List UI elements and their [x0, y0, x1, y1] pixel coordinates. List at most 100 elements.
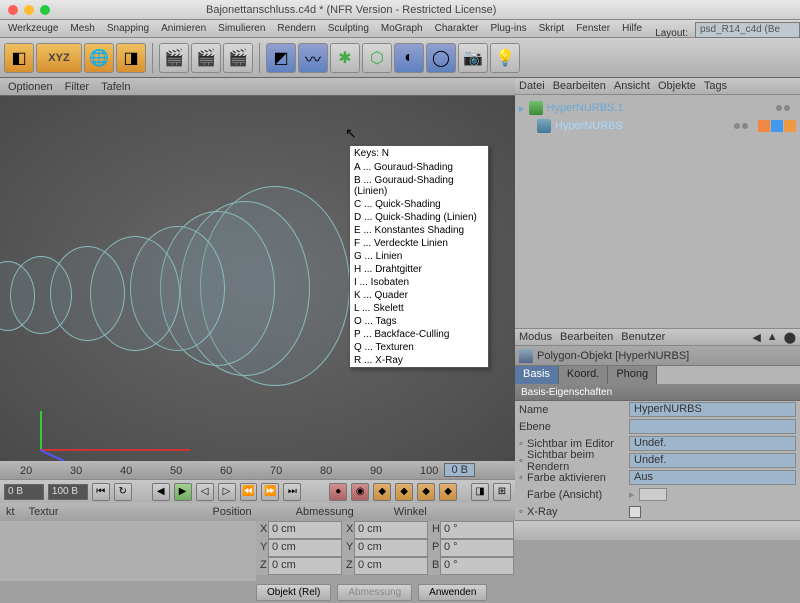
deformer-icon[interactable]: ◐ — [394, 43, 424, 73]
attr-lock-icon[interactable]: ⬤ — [784, 331, 796, 344]
name-field[interactable]: HyperNURBS — [629, 402, 796, 417]
menu-plugins[interactable]: Plug-ins — [491, 23, 527, 34]
nurbs-icon[interactable]: ✱ — [330, 43, 360, 73]
goto-key-back-icon[interactable]: ⏪ — [240, 483, 258, 501]
misc1-icon[interactable]: ◨ — [471, 483, 489, 501]
popup-item-b[interactable]: B ... Gouraud-Shading (Linien) — [350, 174, 488, 198]
popup-item-d[interactable]: D ... Quick-Shading (Linien) — [350, 211, 488, 224]
pos-y-field[interactable]: 0 cm — [268, 539, 342, 557]
popup-item-q[interactable]: Q ... Texturen — [350, 341, 488, 354]
popup-item-h[interactable]: H ... Drahtgitter — [350, 263, 488, 276]
layer-field[interactable] — [629, 419, 796, 434]
menu-simulieren[interactable]: Simulieren — [218, 23, 265, 34]
globe-icon[interactable]: 🌐 — [84, 43, 114, 73]
cube-icon[interactable]: ◩ — [266, 43, 296, 73]
play-back-icon[interactable]: ◀ — [152, 483, 170, 501]
key-scl-icon[interactable]: ◆ — [417, 483, 435, 501]
menu-mograph[interactable]: MoGraph — [381, 23, 423, 34]
key-par-icon[interactable]: ◆ — [439, 483, 457, 501]
pos-z-field[interactable]: 0 cm — [268, 557, 342, 575]
zoom-icon[interactable] — [40, 5, 50, 15]
pos-x-field[interactable]: 0 cm — [268, 521, 342, 539]
play-icon[interactable]: ▶ — [174, 483, 192, 501]
autokey-icon[interactable]: ◉ — [351, 483, 369, 501]
tab-basis[interactable]: Basis — [515, 366, 559, 384]
menu-charakter[interactable]: Charakter — [435, 23, 479, 34]
menu-fenster[interactable]: Fenster — [576, 23, 610, 34]
camera-icon[interactable]: 📷 — [458, 43, 488, 73]
rot-h-field[interactable]: 0 ° — [440, 521, 514, 539]
array-icon[interactable]: ⬡ — [362, 43, 392, 73]
om-objekte[interactable]: Objekte — [658, 80, 696, 92]
vtab-optionen[interactable]: Optionen — [8, 81, 53, 93]
render-settings-icon[interactable]: 🎬 — [223, 43, 253, 73]
object-manager[interactable]: ▸ HyperNURBS.1 HyperNURBS — [515, 95, 800, 328]
misc2-icon[interactable]: ⊞ — [493, 483, 511, 501]
render-icon[interactable]: 🎬 — [159, 43, 189, 73]
tag3-icon[interactable] — [784, 120, 796, 132]
popup-item-e[interactable]: E ... Konstantes Shading — [350, 224, 488, 237]
vtab-filter[interactable]: Filter — [65, 81, 89, 93]
rot-p-field[interactable]: 0 ° — [440, 539, 514, 557]
om-bearbeiten[interactable]: Bearbeiten — [553, 80, 606, 92]
popup-item-o[interactable]: O ... Tags — [350, 315, 488, 328]
menu-skript[interactable]: Skript — [539, 23, 565, 34]
frame-back-icon[interactable]: ◁ — [196, 483, 214, 501]
menu-sculpting[interactable]: Sculpting — [328, 23, 369, 34]
end-frame-field[interactable]: 100 B — [48, 484, 88, 500]
light-icon[interactable]: 💡 — [490, 43, 520, 73]
tab-koord[interactable]: Koord. — [559, 366, 608, 384]
coord-mode-select[interactable]: Objekt (Rel) — [256, 584, 331, 601]
goto-end-icon[interactable]: ⏭ — [283, 483, 301, 501]
env-icon[interactable]: ◯ — [426, 43, 456, 73]
menu-hilfe[interactable]: Hilfe — [622, 23, 642, 34]
menu-werkzeuge[interactable]: Werkzeuge — [8, 23, 58, 34]
menu-animieren[interactable]: Animieren — [161, 23, 206, 34]
launcher-icon[interactable]: ◧ — [4, 43, 34, 73]
loop-icon[interactable]: ↻ — [114, 483, 132, 501]
xyz-button[interactable]: XYZ — [36, 43, 82, 73]
start-frame-field[interactable]: 0 B — [4, 484, 44, 500]
attr-up-icon[interactable]: ▲ — [767, 331, 778, 344]
menu-snapping[interactable]: Snapping — [107, 23, 149, 34]
attr-benutzer[interactable]: Benutzer — [621, 331, 665, 343]
popup-item-g[interactable]: G ... Linien — [350, 250, 488, 263]
key-pos-icon[interactable]: ◆ — [373, 483, 391, 501]
key-rot-icon[interactable]: ◆ — [395, 483, 413, 501]
usecolor-select[interactable]: Aus — [629, 470, 796, 485]
coord-dim-select[interactable]: Abmessung — [337, 584, 412, 601]
timeline-ruler[interactable]: 20 30 40 50 60 70 80 90 100 0 B — [0, 461, 515, 479]
apply-button[interactable]: Anwenden — [418, 584, 487, 601]
close-icon[interactable] — [8, 5, 18, 15]
attr-modus[interactable]: Modus — [519, 331, 552, 343]
popup-item-i[interactable]: I ... Isobaten — [350, 276, 488, 289]
ct-textur[interactable]: Textur — [29, 506, 59, 518]
displaycolor-swatch[interactable] — [639, 488, 667, 501]
minimize-icon[interactable] — [24, 5, 34, 15]
popup-item-l[interactable]: L ... Skelett — [350, 302, 488, 315]
expand-icon[interactable]: ▸ — [519, 102, 525, 115]
vis-render-select[interactable]: Undef. — [629, 453, 796, 468]
om-datei[interactable]: Datei — [519, 80, 545, 92]
om-item-hypernurbs[interactable]: HyperNURBS — [519, 117, 796, 135]
om-item-hypernurbs1[interactable]: ▸ HyperNURBS.1 — [519, 99, 796, 117]
ct-kt[interactable]: kt — [6, 506, 15, 518]
dim-y-field[interactable]: 0 cm — [354, 539, 428, 557]
goto-start-icon[interactable]: ⏮ — [92, 483, 110, 501]
attr-back-icon[interactable]: ◀ — [752, 331, 760, 344]
popup-item-c[interactable]: C ... Quick-Shading — [350, 198, 488, 211]
vtab-tafeln[interactable]: Tafeln — [101, 81, 130, 93]
dim-x-field[interactable]: 0 cm — [354, 521, 428, 539]
dim-z-field[interactable]: 0 cm — [354, 557, 428, 575]
popup-item-r[interactable]: R ... X-Ray — [350, 354, 488, 367]
render-region-icon[interactable]: 🎬 — [191, 43, 221, 73]
layout-select[interactable]: psd_R14_c4d (Be — [695, 22, 800, 38]
vis-editor-select[interactable]: Undef. — [629, 436, 796, 451]
popup-item-a[interactable]: A ... Gouraud-Shading — [350, 161, 488, 174]
goto-key-fwd-icon[interactable]: ⏩ — [261, 483, 279, 501]
tab-phong[interactable]: Phong — [608, 366, 657, 384]
cube-tool-icon[interactable]: ◨ — [116, 43, 146, 73]
menu-mesh[interactable]: Mesh — [70, 23, 94, 34]
attr-bearbeiten[interactable]: Bearbeiten — [560, 331, 613, 343]
om-ansicht[interactable]: Ansicht — [614, 80, 650, 92]
